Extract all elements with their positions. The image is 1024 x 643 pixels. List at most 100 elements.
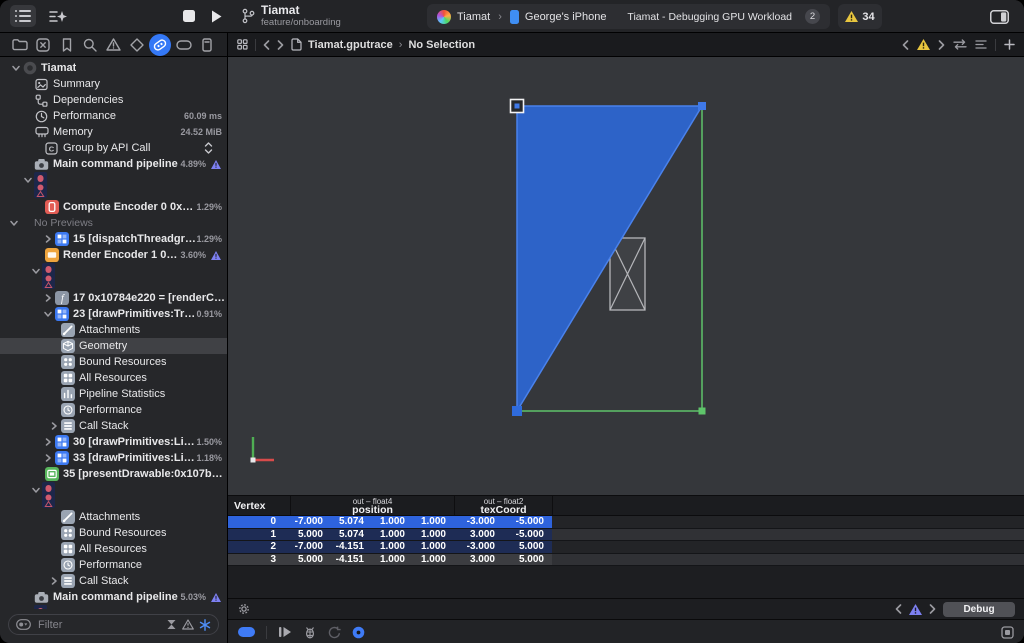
refresh-capture-button[interactable] (328, 626, 341, 639)
stop-button[interactable] (183, 10, 195, 22)
prev-issue-button[interactable] (902, 40, 909, 50)
disclosure-right-icon[interactable] (42, 454, 54, 462)
tree-item-23-drawprimitives-triangles[interactable]: 23 [drawPrimitives:TriangleS…0.91% (0, 306, 227, 322)
vertex-value[interactable]: 5.000 (290, 554, 331, 566)
table-settings-gear-icon[interactable] (237, 602, 251, 616)
navigator-tab-changes[interactable] (32, 34, 54, 56)
vertex-row-0[interactable]: 0-7.0005.0741.0001.000-3.000-5.000 (228, 516, 1024, 529)
vertex-value[interactable]: 5.000 (290, 529, 331, 541)
navigator-tab-search[interactable] (79, 34, 101, 56)
disclosure-right-icon[interactable] (48, 422, 60, 430)
vertex-value[interactable]: -7.000 (290, 541, 331, 553)
vertex-value[interactable]: -7.000 (290, 516, 331, 528)
gpu-scope-button[interactable] (352, 626, 365, 639)
activity-status[interactable]: Tiamat - Debugging GPU Workload (627, 11, 792, 23)
vertex-handle-0-selected[interactable] (511, 100, 524, 113)
vertex-index[interactable]: 3 (228, 554, 290, 566)
tree-item-15-dispatchthreadgroups[interactable]: 15 [dispatchThreadgroups:{…1.29% (0, 231, 227, 247)
navigator-tab-tag[interactable] (173, 34, 195, 56)
tree-item-all-resources[interactable]: All Resources (0, 370, 227, 386)
vertex-row-3[interactable]: 35.000-4.1511.0001.0003.0005.000 (228, 554, 1024, 567)
forward-button[interactable] (277, 40, 284, 50)
navigator-tab-report[interactable] (196, 34, 218, 56)
vertex-value[interactable]: -5.000 (503, 516, 552, 528)
tree-item-30-drawprimitives-line-vert[interactable]: 30 [drawPrimitives:Line vert…1.50% (0, 434, 227, 450)
vertex-index[interactable]: 0 (228, 516, 290, 528)
tree-item-call-stack[interactable]: Call Stack (0, 573, 227, 589)
vertex-value[interactable]: 5.074 (331, 516, 372, 528)
tree-item-main-command-pipeline[interactable]: Main command pipeline4.89% (0, 156, 227, 172)
next-issue-button[interactable] (929, 604, 936, 614)
geometry-viewport[interactable] (228, 57, 1024, 495)
navigator-tab-gpu[interactable] (149, 34, 171, 56)
breadcrumb-selection[interactable]: No Selection (408, 39, 475, 51)
gallery-view-icon[interactable] (237, 39, 248, 50)
navigator-tab-issues[interactable] (103, 34, 125, 56)
tree-item-pipeline-statistics[interactable]: Pipeline Statistics (0, 386, 227, 402)
project-branch[interactable]: Tiamat feature/onboarding (242, 4, 341, 28)
tree-item-17-0x10784e220-rendercomma[interactable]: f17 0x10784e220 = [renderComma… (0, 290, 227, 306)
tree-item-main-command-pipeline[interactable]: Main command pipeline5.03% (0, 589, 227, 605)
filter-debug-icon[interactable] (199, 619, 211, 631)
vertex-value[interactable]: -5.000 (503, 529, 552, 541)
filter-input[interactable] (36, 618, 161, 632)
navigator-tab-test[interactable] (126, 34, 148, 56)
vertex-value[interactable]: 1.000 (413, 554, 454, 566)
disclosure-down-icon[interactable] (42, 310, 54, 318)
vertex-index[interactable]: 2 (228, 541, 290, 553)
breakpoints-toggle[interactable] (238, 627, 255, 637)
column-header-vertex[interactable]: Vertex (228, 496, 290, 515)
toggle-navigator-button[interactable] (10, 5, 36, 27)
vertex-value[interactable]: -3.000 (454, 516, 503, 528)
filter-issues-icon[interactable] (182, 619, 194, 630)
vertex-value[interactable]: 1.000 (413, 529, 454, 541)
tree-item-performance[interactable]: Performance60.09 ms (0, 108, 227, 124)
selected-triangle-primitive[interactable] (517, 106, 702, 411)
add-editor-button[interactable] (1004, 39, 1015, 50)
popup-stepper-icon[interactable] (204, 142, 213, 154)
flatten-icon[interactable] (166, 619, 177, 630)
disclosure-right-icon[interactable] (48, 577, 60, 585)
vertex-value[interactable]: 1.000 (372, 529, 413, 541)
tree-item-memory[interactable]: Memory24.52 MiB (0, 124, 227, 140)
activity-badge[interactable]: 2 (805, 9, 820, 24)
disclosure-down-icon[interactable] (10, 64, 22, 72)
tree-item-bound-resources[interactable]: Bound Resources (0, 525, 227, 541)
vertex-handle-1[interactable] (698, 102, 706, 110)
toggle-debug-area-button[interactable] (1001, 626, 1014, 639)
prev-issue-button[interactable] (895, 604, 902, 614)
column-group-position[interactable]: out – float4position (290, 496, 454, 515)
line-list-icon[interactable] (975, 40, 987, 49)
breadcrumb-document[interactable]: Tiamat.gputrace (308, 39, 393, 51)
navigator-tab-bookmark[interactable] (56, 34, 78, 56)
vertex-value[interactable]: 5.000 (503, 554, 552, 566)
issue-warning-icon[interactable] (917, 39, 930, 50)
vertex-value[interactable]: 3.000 (454, 554, 503, 566)
issues-summary[interactable]: 34 (838, 4, 882, 29)
next-issue-button[interactable] (938, 40, 945, 50)
debug-bug-icon[interactable] (303, 626, 317, 639)
tree-item-call-stack[interactable]: Call Stack (0, 418, 227, 434)
tree-item-tiamat[interactable]: Tiamat (0, 60, 227, 76)
run-button[interactable] (211, 10, 222, 23)
purple-warning-icon[interactable] (211, 593, 221, 602)
disclosure-down-icon[interactable] (30, 486, 42, 494)
disclosure-down-icon[interactable] (8, 219, 20, 227)
preview-thumbnail[interactable] (42, 263, 55, 294)
vertex-value[interactable]: 5.000 (503, 541, 552, 553)
tree-item-geometry[interactable]: Geometry (0, 338, 227, 354)
disclosure-down-icon[interactable] (30, 267, 42, 275)
vertex-value[interactable]: 1.000 (372, 541, 413, 553)
vertex-value[interactable]: 1.000 (413, 516, 454, 528)
run-destination[interactable]: George's iPhone (525, 11, 607, 23)
tree-item-all-resources[interactable]: All Resources (0, 541, 227, 557)
vertex-value[interactable]: -3.000 (454, 541, 503, 553)
preview-thumbnail[interactable] (34, 172, 47, 203)
navigator-tab-folder[interactable] (9, 34, 31, 56)
vertex-value[interactable]: 1.000 (413, 541, 454, 553)
vertex-row-1[interactable]: 15.0005.0741.0001.0003.000-5.000 (228, 529, 1024, 542)
tree-item-performance[interactable]: Performance (0, 402, 227, 418)
tree-item-dependencies[interactable]: Dependencies (0, 92, 227, 108)
tree-item-33-drawprimitives-line-vert[interactable]: 33 [drawPrimitives:Line vert…1.18% (0, 450, 227, 466)
disclosure-right-icon[interactable] (42, 235, 54, 243)
